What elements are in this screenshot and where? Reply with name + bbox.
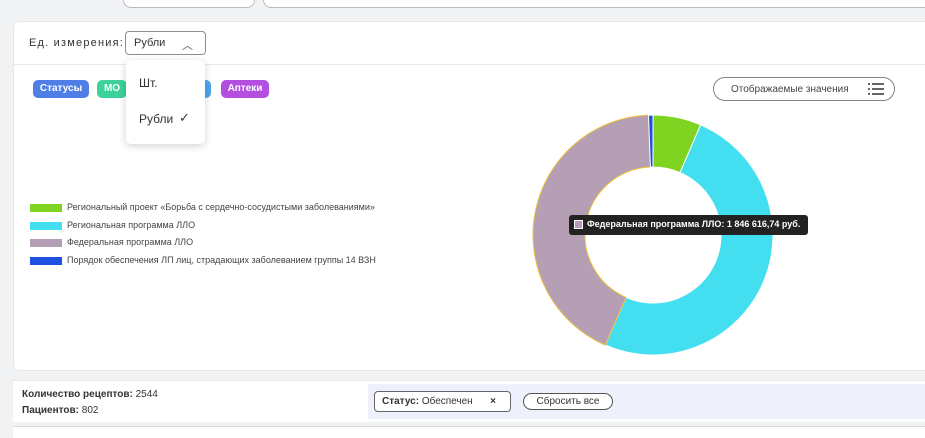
displayed-values-button[interactable]: Отображаемые значения — [713, 77, 895, 101]
legend-swatch — [30, 203, 62, 212]
chart-tooltip: Федеральная программа ЛЛО: 1 846 616,74 … — [569, 215, 808, 235]
dropdown-option-rubles[interactable]: Рубли — [139, 112, 173, 126]
chip-statuses[interactable]: Статусы — [33, 80, 89, 98]
legend-item: Федеральная программа ЛЛО — [30, 237, 193, 249]
chip-mo[interactable]: МО — [97, 80, 127, 98]
legend-item: Порядок обеспечения ЛП лиц, страдающих з… — [30, 255, 376, 267]
displayed-values-label: Отображаемые значения — [731, 84, 849, 95]
legend-swatch — [30, 238, 62, 247]
top-left-field[interactable] — [123, 0, 255, 8]
chevron-up-icon: ︿ — [182, 40, 193, 52]
status-filter-chip[interactable]: Статус: Обеспечен × — [374, 391, 511, 412]
patients-count: Пациентов: 802 — [22, 405, 99, 416]
unit-select-value: Рубли — [134, 37, 166, 49]
dropdown-option-pieces[interactable]: Шт. — [139, 76, 158, 90]
table-header — [13, 426, 925, 438]
unit-dropdown: Шт. Рубли ✓ — [126, 60, 205, 144]
unit-select[interactable]: Рубли ︿ — [125, 31, 206, 55]
donut-chart — [532, 114, 774, 356]
reset-all-button[interactable]: Сбросить все — [523, 393, 613, 410]
legend-item: Региональная программа ЛЛО — [30, 220, 195, 232]
tooltip-swatch — [574, 220, 583, 229]
legend-swatch — [30, 256, 62, 265]
legend-item: Региональный проект «Борьба с сердечно-с… — [30, 202, 375, 214]
recipes-count: Количество рецептов: 2544 — [22, 389, 158, 400]
checkmark-icon: ✓ — [179, 110, 190, 125]
top-search-field[interactable] — [263, 0, 925, 8]
close-icon[interactable]: × — [490, 396, 496, 407]
unit-label: Ед. измерения: — [29, 37, 125, 49]
list-settings-icon — [868, 83, 884, 95]
legend-swatch — [30, 221, 62, 230]
tooltip-text: Федеральная программа ЛЛО: 1 846 616,74 … — [587, 219, 801, 229]
chip-pharmacies[interactable]: Аптеки — [221, 80, 269, 98]
